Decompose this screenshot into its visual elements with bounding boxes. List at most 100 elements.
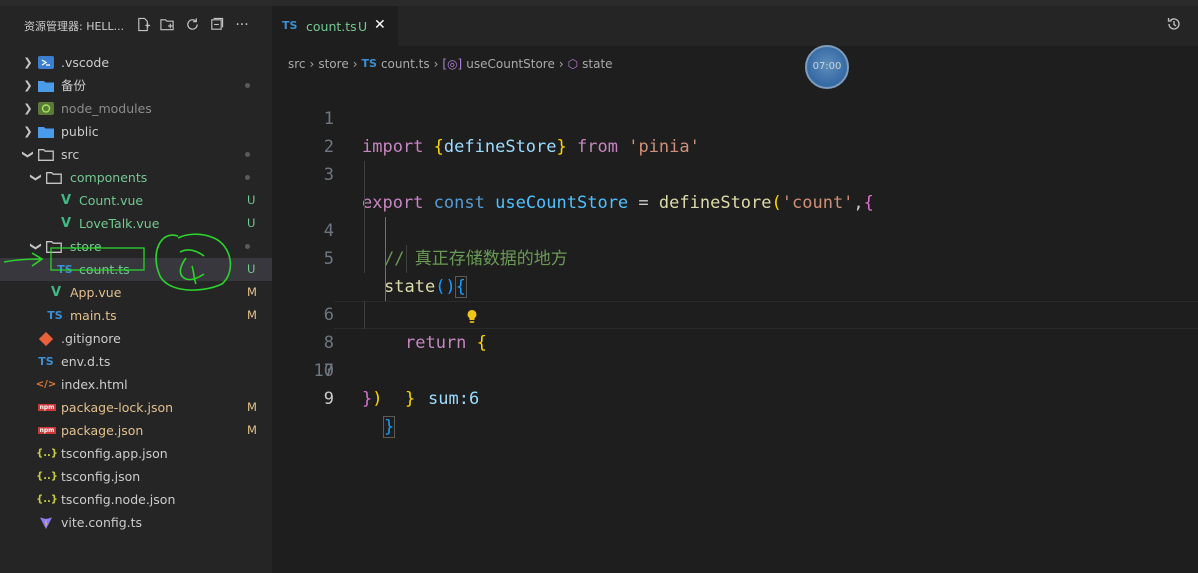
history-icon[interactable]: [1166, 16, 1186, 36]
vite-file-icon: [38, 511, 54, 534]
file-tree: ❯ .vscode ❯ 备份 ❯ node_modules ❯ public ❯…: [0, 51, 272, 534]
tree-item-main-ts[interactable]: TS main.ts M: [0, 304, 272, 327]
tree-item-tsconfig-node-json[interactable]: {..} tsconfig.node.json: [0, 488, 272, 511]
folder-open-icon: [38, 143, 54, 166]
tree-item-label: .gitignore: [61, 331, 121, 346]
explorer-sidebar: 资源管理器: HELL... ··· ❯ .vscode ❯ 备份 ❯ node…: [0, 6, 272, 573]
lightbulb-icon[interactable]: [364, 278, 477, 323]
editor-area: TS count.ts U ✕ src › store › TS count.ts › [◎]…: [272, 6, 1198, 573]
breadcrumb-count-ts[interactable]: count.ts: [381, 55, 430, 73]
modified-dot: [245, 83, 250, 88]
json-file-icon: {..}: [36, 448, 58, 459]
git-status-badge: U: [247, 193, 256, 207]
tree-item-vite-config-ts[interactable]: vite.config.ts: [0, 511, 272, 534]
npm-file-icon: npm: [38, 427, 56, 434]
tree-item-count-ts[interactable]: TS count.ts U: [0, 258, 272, 281]
tree-item-tsconfig-app-json[interactable]: {..} tsconfig.app.json: [0, 442, 272, 465]
chevron-down-icon: ❯: [21, 149, 35, 160]
tree-item-public[interactable]: ❯ public: [0, 120, 272, 143]
chevron-down-icon: ❯: [29, 241, 43, 252]
git-status-badge: M: [247, 423, 257, 437]
tree-item-index-html[interactable]: </> index.html: [0, 373, 272, 396]
vscode-window: 资源管理器: HELL... ··· ❯ .vscode ❯ 备份 ❯ node…: [0, 0, 1198, 573]
typescript-file-icon: TS: [282, 19, 298, 32]
git-status-badge: U: [247, 262, 256, 276]
tree-item-label: .vscode: [61, 55, 110, 70]
collapse-all-icon[interactable]: [207, 16, 225, 34]
vue-file-icon: V: [50, 285, 62, 300]
tree-item-package-lock-json[interactable]: npm package-lock.json M: [0, 396, 272, 419]
chevron-right-icon: ❯: [23, 56, 33, 69]
chevron-right-icon: ›: [309, 57, 315, 71]
code-line: 6 return {: [272, 217, 1198, 353]
breadcrumb-src[interactable]: src: [288, 55, 306, 73]
code-line: 5 state(){: [272, 189, 1198, 298]
tab-bar: TS count.ts U ✕: [272, 6, 1198, 46]
tree-item-node-modules[interactable]: ❯ node_modules: [0, 97, 272, 120]
modified-dot: [245, 152, 250, 157]
indent-guide: [364, 301, 365, 329]
folder-open-icon: [46, 166, 62, 189]
more-actions-icon[interactable]: ···: [233, 16, 251, 34]
code-view: 1 import {defineStore} from 'pinia' 2 3 …: [272, 77, 1198, 438]
new-folder-icon[interactable]: [158, 16, 176, 34]
json-file-icon: {..}: [36, 494, 58, 505]
close-icon[interactable]: ✕: [374, 17, 386, 33]
tree-item-label: Count.vue: [79, 193, 144, 208]
indent-guide: [364, 217, 365, 245]
json-file-icon: {..}: [36, 471, 58, 482]
tree-item-src[interactable]: ❯ src: [0, 143, 272, 166]
tree-item-vscode[interactable]: ❯ .vscode: [0, 51, 272, 74]
tree-item-app-vue[interactable]: V App.vue M: [0, 281, 272, 304]
folder-icon: [38, 120, 54, 143]
new-file-icon[interactable]: [134, 16, 152, 34]
indent-guide-active: [385, 245, 386, 273]
chevron-right-icon: ›: [352, 57, 358, 71]
tree-item-lovetalk-vue[interactable]: V LoveTalk.vue U: [0, 212, 272, 235]
tree-item-label: package.json: [61, 423, 144, 438]
modified-dot: [245, 175, 250, 180]
code-line: 10 }): [272, 329, 1198, 409]
tree-item-label: components: [70, 170, 148, 185]
tree-item-label: count.ts: [79, 262, 130, 277]
code-line: 1 import {defineStore} from 'pinia': [272, 77, 1198, 157]
code-token: }: [382, 416, 396, 438]
tree-item-label: tsconfig.node.json: [61, 492, 176, 507]
typescript-file-icon: TS: [57, 263, 73, 276]
tab-count-ts[interactable]: TS count.ts U ✕: [272, 6, 398, 46]
breadcrumb: src › store › TS count.ts › [◎] useCountStore › ⬡ s…: [288, 55, 613, 73]
tree-item-count-vue[interactable]: V Count.vue U: [0, 189, 272, 212]
tree-item-gitignore[interactable]: .gitignore: [0, 327, 272, 350]
git-status-badge: M: [247, 400, 257, 414]
variable-icon: [◎]: [442, 57, 463, 71]
tree-item-label: public: [61, 124, 99, 139]
git-file-icon: [38, 327, 54, 350]
html-file-icon: </>: [35, 379, 57, 390]
tree-item-store[interactable]: ❯ store: [0, 235, 272, 258]
indent-guide: [364, 189, 365, 217]
vue-file-icon: V: [60, 216, 72, 231]
breadcrumb-store[interactable]: store: [318, 55, 348, 73]
breadcrumb-state[interactable]: state: [582, 55, 612, 73]
tree-item-package-json[interactable]: npm package.json M: [0, 419, 272, 442]
refresh-icon[interactable]: [183, 16, 201, 34]
tree-item-tsconfig-json[interactable]: {..} tsconfig.json: [0, 465, 272, 488]
line-number: 10: [313, 361, 334, 381]
breadcrumb-usecountstore[interactable]: useCountStore: [466, 55, 555, 73]
current-line-highlight: [334, 301, 1198, 329]
chevron-right-icon: ❯: [23, 102, 33, 115]
chevron-right-icon: ›: [558, 57, 564, 71]
chevron-right-icon: ❯: [23, 79, 33, 92]
tree-item-label: package-lock.json: [61, 400, 174, 415]
indent-guide-active: [385, 217, 386, 245]
tab-label: count.ts: [306, 19, 357, 34]
code-line: 7 sum:6: [272, 245, 1198, 409]
tree-item-components[interactable]: ❯ components: [0, 166, 272, 189]
code-token: }: [362, 389, 373, 409]
typescript-file-icon: TS: [361, 57, 377, 70]
folder-icon: [38, 74, 54, 97]
method-cube-icon: ⬡: [567, 57, 579, 71]
npm-file-icon: npm: [38, 404, 56, 411]
tree-item-backup[interactable]: ❯ 备份: [0, 74, 272, 97]
tree-item-env-d-ts[interactable]: TS env.d.ts: [0, 350, 272, 373]
